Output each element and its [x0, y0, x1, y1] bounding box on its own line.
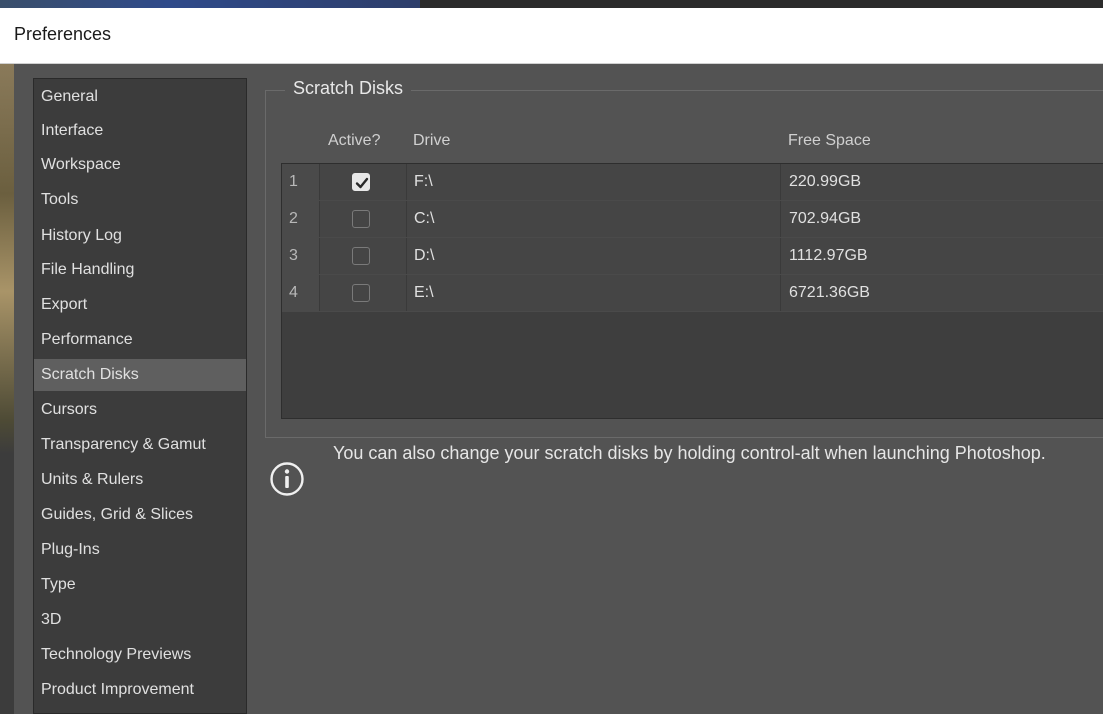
column-header-free-space: Free Space	[788, 132, 871, 149]
group-title: Scratch Disks	[285, 78, 412, 99]
sidebar-item-transparency-gamut[interactable]: Transparency & Gamut	[34, 429, 246, 461]
background-edge	[0, 0, 1103, 8]
sidebar-item-scratch-disks[interactable]: Scratch Disks	[34, 359, 246, 391]
scratch-disks-panel: Scratch Disks Active? Drive Free Space 1…	[247, 64, 1103, 714]
drive-cell: F:\	[407, 164, 781, 200]
row-index: 2	[282, 201, 320, 237]
sidebar-item-history-log[interactable]: History Log	[34, 220, 246, 252]
sidebar-item-units-rulers[interactable]: Units & Rulers	[34, 464, 246, 496]
sidebar-item-cursors[interactable]: Cursors	[34, 394, 246, 426]
checkmark-icon	[355, 177, 369, 189]
table-row[interactable]: 2 C:\ 702.94GB	[282, 201, 1103, 238]
active-checkbox[interactable]	[352, 210, 370, 228]
info-circle-icon	[270, 462, 304, 496]
table-row[interactable]: 4 E:\ 6721.36GB	[282, 275, 1103, 312]
sidebar-item-technology-previews[interactable]: Technology Previews	[34, 639, 246, 671]
free-space-cell: 702.94GB	[789, 210, 862, 227]
sidebar-item-file-handling[interactable]: File Handling	[34, 254, 246, 286]
sidebar-item-plug-ins[interactable]: Plug-Ins	[34, 534, 246, 566]
column-header-active: Active?	[328, 132, 381, 149]
active-cell	[320, 238, 407, 274]
sidebar-item-tools[interactable]: Tools	[34, 184, 246, 216]
row-index: 4	[282, 275, 320, 311]
sidebar-item-interface[interactable]: Interface	[34, 115, 246, 147]
window-title: Preferences	[14, 24, 112, 44]
free-space-cell: 220.99GB	[789, 173, 862, 190]
background-image-edge	[0, 64, 14, 714]
title-bar[interactable]: Preferences	[0, 8, 1103, 64]
sidebar-item-performance[interactable]: Performance	[34, 324, 246, 356]
preferences-dialog: Preferences General Interface Workspace …	[0, 0, 1103, 714]
sidebar-item-3d[interactable]: 3D	[34, 604, 246, 636]
sidebar-item-workspace[interactable]: Workspace	[34, 149, 246, 181]
column-header-drive: Drive	[413, 132, 451, 149]
active-cell	[320, 201, 407, 237]
table-row[interactable]: 3 D:\ 1112.97GB	[282, 238, 1103, 275]
sidebar-item-product-improvement[interactable]: Product Improvement	[34, 674, 246, 706]
active-checkbox[interactable]	[352, 284, 370, 302]
active-checkbox[interactable]	[352, 173, 370, 191]
drive-cell: D:\	[407, 238, 781, 274]
active-cell	[320, 275, 407, 311]
free-space-cell: 1112.97GB	[789, 247, 868, 264]
active-cell	[320, 164, 407, 200]
sidebar-item-general[interactable]: General	[34, 81, 246, 113]
scratch-disks-table: 1 F:\ 220.99GB 2 C:\ 702.94GB 3 D:\ 1112…	[281, 163, 1103, 419]
background-image-strip	[0, 0, 420, 8]
sidebar-item-guides-grid-slices[interactable]: Guides, Grid & Slices	[34, 499, 246, 531]
scratch-disks-info-text: You can also change your scratch disks b…	[333, 443, 1046, 463]
row-index: 3	[282, 238, 320, 274]
sidebar-item-type[interactable]: Type	[34, 569, 246, 601]
drive-cell: E:\	[407, 275, 781, 311]
sidebar-item-export[interactable]: Export	[34, 289, 246, 321]
row-index: 1	[282, 164, 320, 200]
preferences-sidebar: General Interface Workspace Tools Histor…	[33, 78, 247, 714]
active-checkbox[interactable]	[352, 247, 370, 265]
drive-cell: C:\	[407, 201, 781, 237]
table-row[interactable]: 1 F:\ 220.99GB	[282, 164, 1103, 201]
free-space-cell: 6721.36GB	[789, 284, 870, 301]
